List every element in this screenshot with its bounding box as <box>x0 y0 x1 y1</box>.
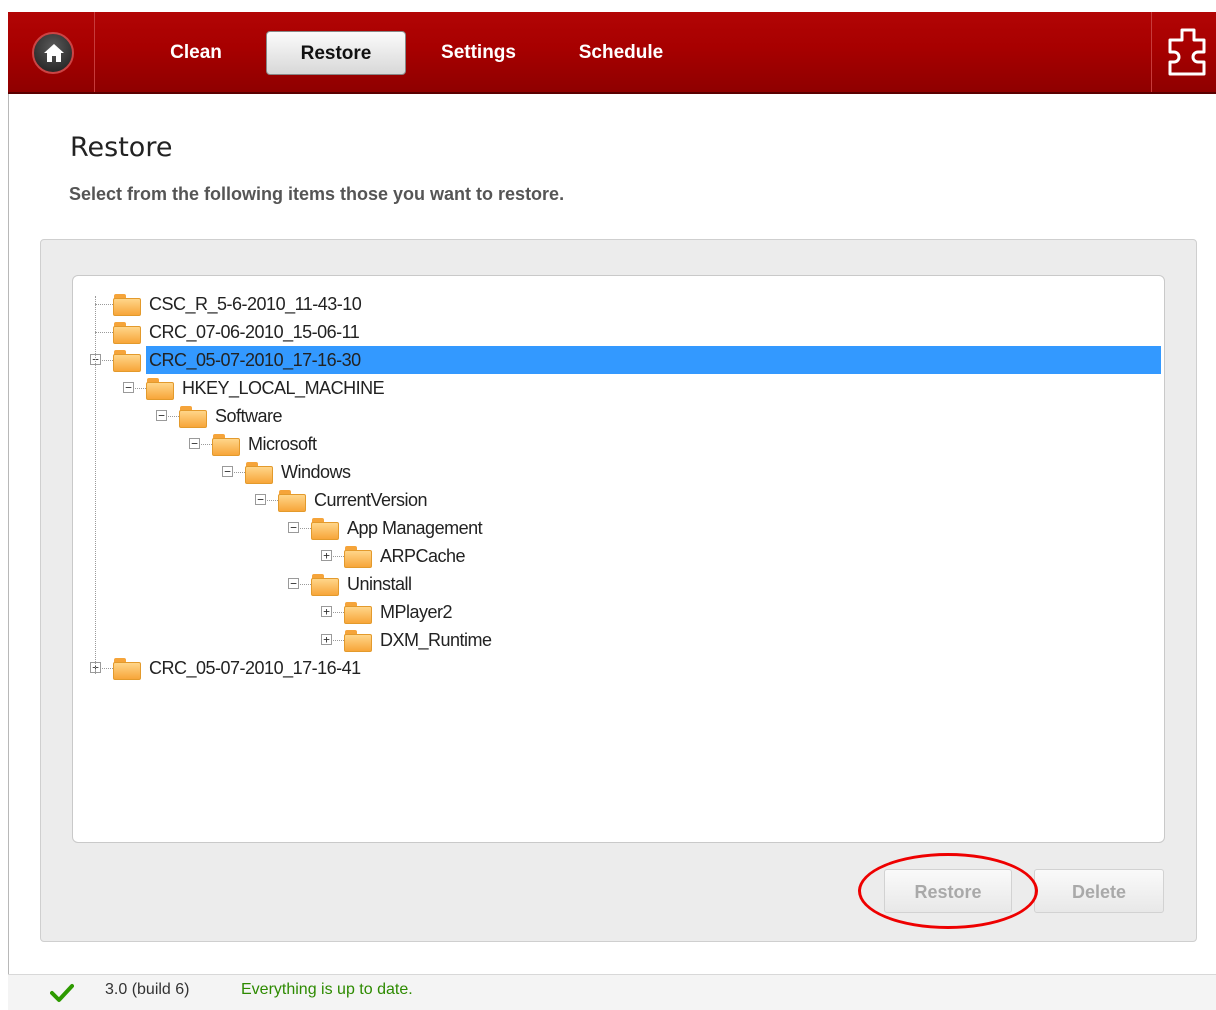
status-message: Everything is up to date. <box>241 981 413 998</box>
tree-node-label[interactable]: HKEY_LOCAL_MACHINE <box>182 374 385 402</box>
tree-node[interactable]: − App Management <box>73 514 1164 542</box>
tree-node[interactable]: + ARPCache <box>73 542 1164 570</box>
tree-node-label[interactable]: Uninstall <box>347 570 412 598</box>
tree-node-label[interactable]: MPlayer2 <box>380 598 453 626</box>
folder-icon <box>344 544 372 568</box>
tab-settings[interactable]: Settings <box>431 31 526 75</box>
nav-separator <box>94 12 95 92</box>
tree-connector <box>95 332 113 333</box>
folder-icon <box>311 516 339 540</box>
tree-node[interactable]: − CurrentVersion <box>73 486 1164 514</box>
top-nav-bar: Clean Restore Settings Schedule <box>8 12 1216 94</box>
folder-icon <box>113 292 141 316</box>
tree-node-label[interactable]: Windows <box>281 458 351 486</box>
tree-guide-line <box>95 296 96 674</box>
tree-node-label[interactable]: CRC_05-07-2010_17-16-30 <box>149 346 361 374</box>
tree-node[interactable]: − CRC_05-07-2010_17-16-30 <box>73 346 1164 374</box>
collapse-toggle[interactable]: − <box>156 410 167 421</box>
collapse-toggle[interactable]: − <box>189 438 200 449</box>
tab-restore[interactable]: Restore <box>266 31 406 75</box>
tab-schedule[interactable]: Schedule <box>571 31 671 75</box>
tree-node[interactable]: − Uninstall <box>73 570 1164 598</box>
tree-node-label[interactable]: CRC_05-07-2010_17-16-41 <box>149 654 361 682</box>
tree-node[interactable]: − Microsoft <box>73 430 1164 458</box>
collapse-toggle[interactable]: − <box>288 578 299 589</box>
home-icon <box>44 44 64 62</box>
puzzle-icon[interactable] <box>1160 26 1216 78</box>
folder-icon <box>113 656 141 680</box>
restore-tree[interactable]: CSC_R_5-6-2010_11-43-10 CRC_07-06-2010_15… <box>72 275 1165 843</box>
tree-node[interactable]: − Software <box>73 402 1164 430</box>
tree-node[interactable]: CRC_07-06-2010_15-06-11 <box>73 318 1164 346</box>
nav-separator <box>1151 12 1152 92</box>
tree-node[interactable]: − Windows <box>73 458 1164 486</box>
folder-icon <box>344 600 372 624</box>
highlight-ring <box>858 853 1038 929</box>
folder-icon <box>212 432 240 456</box>
collapse-toggle[interactable]: − <box>123 382 134 393</box>
tree-node[interactable]: + CRC_05-07-2010_17-16-41 <box>73 654 1164 682</box>
folder-icon <box>146 376 174 400</box>
tab-clean[interactable]: Clean <box>156 31 236 75</box>
home-button[interactable] <box>32 32 74 74</box>
tree-node-label[interactable]: CurrentVersion <box>314 486 428 514</box>
tree-node-label[interactable]: CSC_R_5-6-2010_11-43-10 <box>149 290 362 318</box>
expand-toggle[interactable]: + <box>321 634 332 645</box>
tree-node[interactable]: CSC_R_5-6-2010_11-43-10 <box>73 290 1164 318</box>
folder-icon <box>278 488 306 512</box>
delete-button[interactable]: Delete <box>1034 869 1164 913</box>
tree-node-label[interactable]: Software <box>215 402 283 430</box>
page-subtitle: Select from the following items those yo… <box>69 184 565 204</box>
tree-node[interactable]: + DXM_Runtime <box>73 626 1164 654</box>
tree-node-label[interactable]: Microsoft <box>248 430 317 458</box>
check-icon <box>50 984 74 1002</box>
tree-node-label[interactable]: CRC_07-06-2010_15-06-11 <box>149 318 360 346</box>
version-label: 3.0 (build 6) <box>105 981 190 998</box>
folder-icon <box>344 628 372 652</box>
tree-node[interactable]: + MPlayer2 <box>73 598 1164 626</box>
tree-node-label[interactable]: DXM_Runtime <box>380 626 492 654</box>
expand-toggle[interactable]: + <box>321 606 332 617</box>
folder-icon <box>245 460 273 484</box>
tree-connector <box>95 304 113 305</box>
folder-icon <box>179 404 207 428</box>
tree-node-label[interactable]: App Management <box>347 514 483 542</box>
tree-node-label[interactable]: ARPCache <box>380 542 466 570</box>
collapse-toggle[interactable]: − <box>255 494 266 505</box>
folder-icon <box>311 572 339 596</box>
collapse-toggle[interactable]: − <box>222 466 233 477</box>
expand-toggle[interactable]: + <box>321 550 332 561</box>
folder-icon <box>113 348 141 372</box>
page-title: Restore <box>70 132 173 163</box>
tree-node[interactable]: − HKEY_LOCAL_MACHINE <box>73 374 1164 402</box>
folder-icon <box>113 320 141 344</box>
collapse-toggle[interactable]: − <box>288 522 299 533</box>
